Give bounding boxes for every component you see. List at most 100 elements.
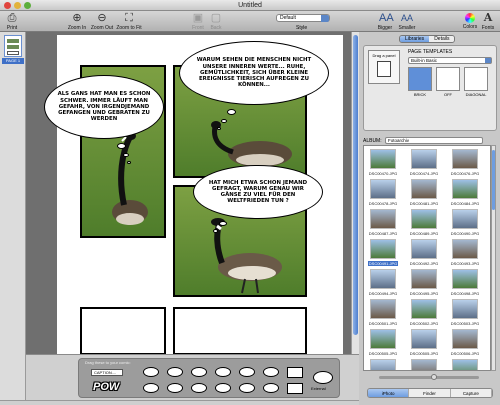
album-select[interactable]: Fotoarchiv: [385, 137, 483, 144]
zoom-to-fit-button[interactable]: ⛶ Zoom to Fit: [114, 12, 144, 31]
drag-panel-box[interactable]: Drag a panel: [368, 50, 400, 84]
photo-image: [452, 239, 478, 259]
front-button[interactable]: ▣ Front: [190, 12, 206, 31]
photo-thumbnail[interactable]: DSC00505.JPG: [409, 328, 439, 358]
template-set-select[interactable]: Built-in Basic: [408, 57, 492, 64]
thought-dot: [117, 143, 126, 149]
layout-brick[interactable]: BRICK: [408, 67, 432, 97]
speech-balloon-element[interactable]: [143, 383, 159, 393]
photo-filename: DSC00489.JPG: [409, 231, 439, 236]
photo-thumbnail[interactable]: DSC00490.JPG: [450, 208, 480, 238]
comic-panel-4[interactable]: [80, 307, 166, 355]
photo-image: [411, 329, 437, 349]
photo-thumbnail[interactable]: DSC00503.JPG: [450, 298, 480, 328]
layout-off[interactable]: OFF: [436, 67, 460, 97]
thought-balloon-element[interactable]: [215, 383, 231, 393]
speech-bubble-1[interactable]: ALS GANS HAT MAN ES SCHON SCHWER. IMMER …: [44, 75, 164, 139]
caption-element[interactable]: CAPTION....: [91, 369, 123, 376]
speech-balloon-element[interactable]: [191, 367, 207, 377]
scrollbar-thumb[interactable]: [492, 150, 495, 210]
photo-thumbnail[interactable]: DSC00494.JPG: [368, 268, 398, 298]
bigger-button[interactable]: AA Bigger: [376, 12, 394, 31]
photo-filename: DSC00494.JPG: [368, 291, 398, 296]
speech-balloon-element[interactable]: [167, 367, 183, 377]
speech-bubble-2[interactable]: WARUM SEHEN DIE MENSCHEN NICHT UNSERE IN…: [179, 41, 329, 105]
close-button[interactable]: [4, 2, 11, 9]
comic-page[interactable]: ALS GANS HAT MAN ES SCHON SCHWER. IMMER …: [44, 35, 343, 355]
caption-box-element[interactable]: [287, 383, 303, 394]
page-thumbnail[interactable]: [4, 35, 22, 57]
bigger-label: Bigger: [377, 25, 393, 31]
photo-filename: DSC00474.JPG: [409, 171, 439, 176]
photo-grid-scrollbar[interactable]: [491, 145, 496, 371]
photo-thumbnail[interactable]: DSC00476.JPG: [450, 148, 480, 178]
photo-thumbnail[interactable]: DSC00508.JPG: [409, 358, 439, 370]
photo-thumbnail[interactable]: DSC00501.JPG: [368, 298, 398, 328]
title-bar: Untitled: [0, 0, 500, 11]
photo-thumbnail[interactable]: DSC00507.JPG: [368, 358, 398, 370]
photo-thumbnail[interactable]: DSC00505.JPG: [368, 328, 398, 358]
photo-thumbnail[interactable]: DSC00474.JPG: [409, 148, 439, 178]
whisper-balloon-element[interactable]: [239, 383, 255, 393]
photo-thumbnail[interactable]: DSC00493.JPG: [450, 238, 480, 268]
photo-thumbnail[interactable]: DSC00470.JPG: [368, 148, 398, 178]
speech-balloon-element[interactable]: [167, 383, 183, 393]
photo-filename: DSC00493.JPG: [450, 261, 480, 266]
slider-knob[interactable]: [431, 374, 437, 380]
zoom-button[interactable]: [24, 2, 31, 9]
photo-filename: DSC00476.JPG: [450, 171, 480, 176]
layout-diagonal[interactable]: DIAGONAL: [464, 67, 488, 97]
layout-off-label: OFF: [444, 92, 452, 97]
tab-details[interactable]: Details: [429, 36, 455, 42]
tab-libraries[interactable]: Libraries: [400, 36, 430, 42]
caption-box-element[interactable]: [287, 367, 303, 378]
photo-thumbnail[interactable]: DSC00491.JPG: [368, 238, 398, 268]
photo-thumbnail[interactable]: DSC00506.JPG: [450, 328, 480, 358]
speech-bubble-3[interactable]: HAT MICH ETWA SCHON JEMAND GEFRAGT, WARU…: [193, 165, 323, 219]
page-label[interactable]: PAGE 1: [2, 58, 24, 64]
print-button[interactable]: ⎙ Print: [4, 12, 20, 31]
pow-sticker[interactable]: POW: [93, 381, 119, 393]
photo-thumbnail[interactable]: DSC00487.JPG: [368, 208, 398, 238]
external-balloon-element[interactable]: [313, 371, 333, 384]
photo-thumbnail[interactable]: DSC00489.JPG: [409, 208, 439, 238]
scrollbar-thumb[interactable]: [353, 35, 358, 335]
speech-balloon-element[interactable]: [191, 383, 207, 393]
photo-thumbnail[interactable]: DSC00509.JPG: [450, 358, 480, 370]
colors-button[interactable]: Colors: [462, 12, 478, 30]
photo-filename: DSC00501.JPG: [368, 321, 398, 326]
back-button[interactable]: ▢ Back: [208, 12, 224, 31]
canvas-area: ALS GANS HAT MAN ES SCHON SCHWER. IMMER …: [26, 32, 351, 355]
photo-filename: DSC00491.JPG: [368, 261, 398, 266]
photo-thumbnail[interactable]: DSC00484.JPG: [450, 178, 480, 208]
photo-thumbnail[interactable]: DSC00495.JPG: [409, 268, 439, 298]
photo-thumbnail[interactable]: DSC00478.JPG: [368, 178, 398, 208]
photo-thumbnail[interactable]: DSC00481.JPG: [409, 178, 439, 208]
text-bigger-icon: AA: [379, 12, 394, 24]
comic-panel-5[interactable]: [173, 307, 307, 355]
shout-balloon-element[interactable]: [263, 383, 279, 393]
thumbnail-size-slider[interactable]: [379, 374, 479, 380]
speech-balloon-element[interactable]: [143, 367, 159, 377]
zoom-out-label: Zoom Out: [90, 25, 114, 31]
bring-front-icon: ▣: [192, 12, 204, 24]
photo-thumbnail[interactable]: DSC00492.JPG: [409, 238, 439, 268]
thought-balloon-element[interactable]: [215, 367, 231, 377]
magnifier-plus-icon: ⊕: [72, 12, 82, 24]
zoom-in-button[interactable]: ⊕ Zoom In: [64, 12, 90, 31]
photo-filename: DSC00505.JPG: [409, 351, 439, 356]
fonts-button[interactable]: A Fonts: [480, 12, 496, 32]
style-select[interactable]: Default: [276, 14, 330, 22]
canvas-scrollbar[interactable]: [351, 32, 359, 354]
minimize-button[interactable]: [14, 2, 21, 9]
photo-thumbnail[interactable]: DSC00498.JPG: [450, 268, 480, 298]
shout-balloon-element[interactable]: [263, 367, 279, 377]
thought-balloon-element[interactable]: [239, 367, 255, 377]
source-capture[interactable]: Capture: [450, 389, 492, 397]
photo-filename: DSC00498.JPG: [450, 291, 480, 296]
source-finder[interactable]: Finder: [409, 389, 451, 397]
zoom-out-button[interactable]: ⊖ Zoom Out: [88, 12, 116, 31]
source-iphoto[interactable]: iPhoto: [368, 389, 410, 397]
smaller-button[interactable]: AA Smaller: [396, 12, 418, 31]
photo-thumbnail[interactable]: DSC00502.JPG: [409, 298, 439, 328]
